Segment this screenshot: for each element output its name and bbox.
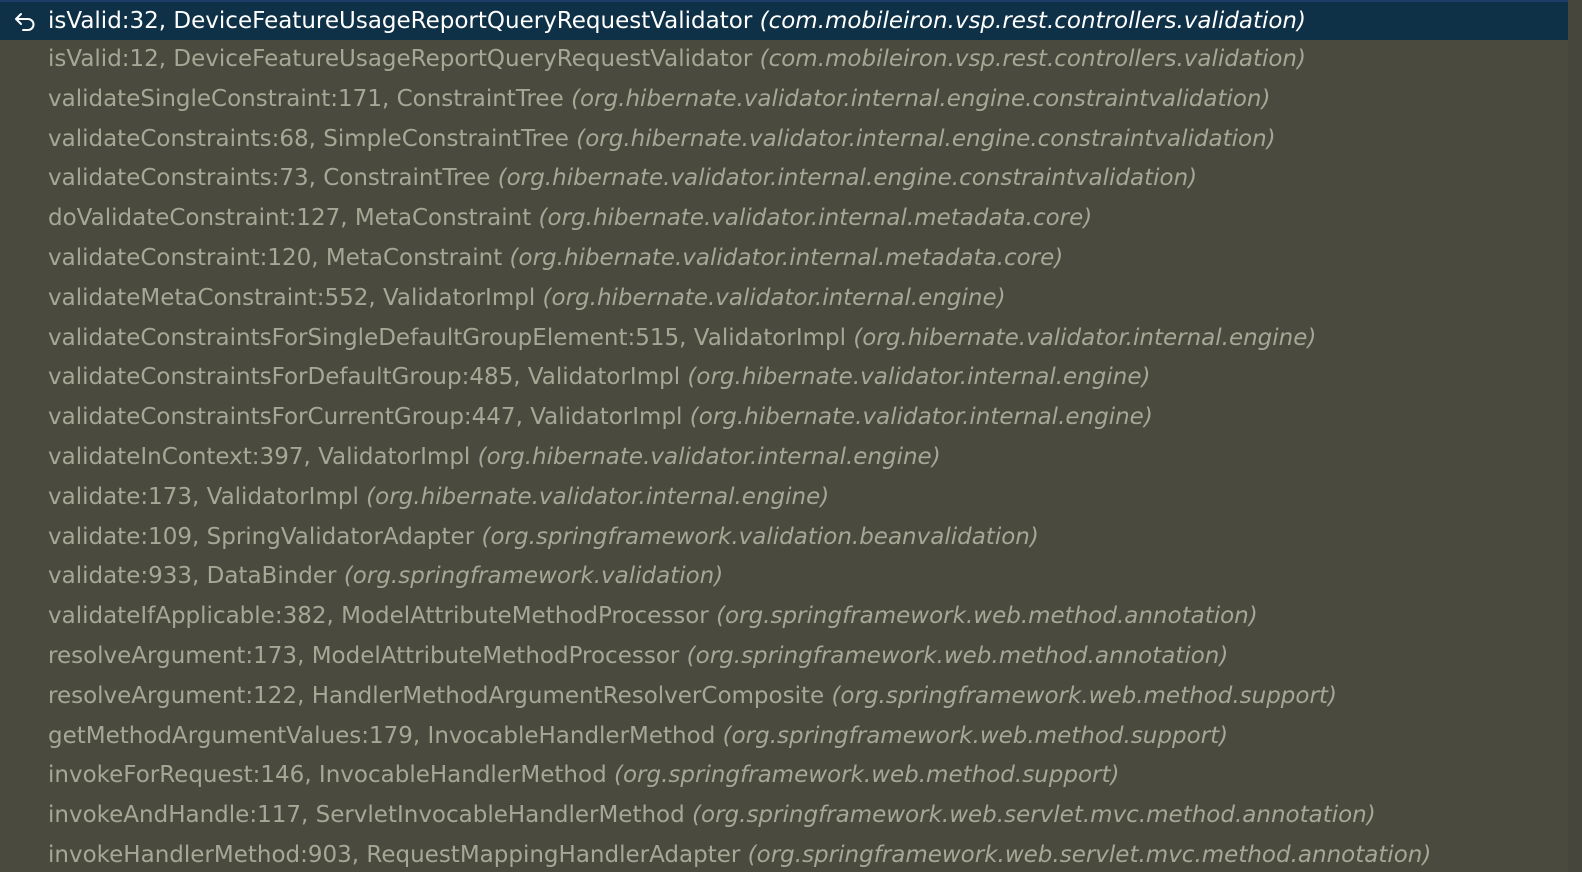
frame-row[interactable]: validateSingleConstraint:171, Constraint… bbox=[0, 80, 1582, 120]
frame-method: invokeHandlerMethod:903, RequestMappingH… bbox=[48, 841, 741, 868]
frame-row-partial[interactable]: invokeHandlerMethod:903, RequestMappingH… bbox=[0, 836, 1582, 872]
frame-row[interactable]: getMethodArgumentValues:179, InvocableHa… bbox=[0, 717, 1582, 757]
frame-method: validateIfApplicable:382, ModelAttribute… bbox=[48, 603, 709, 630]
frame-row-selected[interactable]: isValid:32, DeviceFeatureUsageReportQuer… bbox=[0, 0, 1582, 40]
frame-package: (org.springframework.validation.beanvali… bbox=[481, 523, 1039, 550]
frame-row[interactable]: validateIfApplicable:382, ModelAttribute… bbox=[0, 597, 1582, 637]
frame-method: validateConstraintsForDefaultGroup:485, … bbox=[48, 364, 681, 391]
frame-package: (org.springframework.web.servlet.mvc.met… bbox=[692, 802, 1376, 829]
frame-row[interactable]: validate:933, DataBinder (org.springfram… bbox=[0, 557, 1582, 597]
frame-method: isValid:32, DeviceFeatureUsageReportQuer… bbox=[48, 8, 753, 34]
frame-row[interactable]: validateMetaConstraint:552, ValidatorImp… bbox=[0, 279, 1582, 319]
frame-package: (org.hibernate.validator.internal.engine… bbox=[477, 443, 941, 470]
frame-method: validateConstraint:120, MetaConstraint bbox=[48, 244, 503, 271]
frame-package: (org.hibernate.validator.internal.engine… bbox=[571, 85, 1271, 112]
frame-package: (org.hibernate.validator.internal.metada… bbox=[509, 244, 1064, 271]
frame-package: (org.hibernate.validator.internal.engine… bbox=[366, 483, 830, 510]
frame-row[interactable]: validateConstraints:73, ConstraintTree (… bbox=[0, 159, 1582, 199]
frame-package: (org.hibernate.validator.internal.engine… bbox=[687, 364, 1151, 391]
frame-package: (org.springframework.web.servlet.mvc.met… bbox=[747, 841, 1432, 868]
frame-method: validate:109, SpringValidatorAdapter bbox=[48, 523, 475, 550]
frame-method: validateConstraintsForCurrentGroup:447, … bbox=[48, 404, 683, 431]
frame-method: validateSingleConstraint:171, Constraint… bbox=[48, 85, 564, 112]
frame-row[interactable]: resolveArgument:122, HandlerMethodArgume… bbox=[0, 677, 1582, 717]
frame-package: (org.hibernate.validator.internal.metada… bbox=[538, 205, 1093, 232]
frame-package: (org.springframework.web.method.support) bbox=[614, 762, 1120, 789]
frame-method: validate:933, DataBinder bbox=[48, 563, 337, 590]
frame-method: resolveArgument:122, HandlerMethodArgume… bbox=[48, 682, 825, 709]
frame-method: isValid:12, DeviceFeatureUsageReportQuer… bbox=[48, 46, 753, 72]
frame-package: (org.hibernate.validator.internal.engine… bbox=[689, 404, 1153, 431]
frame-package: (com.mobileiron.vsp.rest.controllers.val… bbox=[759, 46, 1306, 72]
return-arrow-icon bbox=[15, 13, 35, 31]
frame-package: (org.springframework.web.method.annotati… bbox=[716, 603, 1258, 630]
frame-package: (org.springframework.web.method.annotati… bbox=[686, 642, 1229, 669]
frame-row[interactable]: validateConstraintsForDefaultGroup:485, … bbox=[0, 358, 1582, 398]
frame-method: validateConstraints:73, ConstraintTree bbox=[48, 165, 491, 192]
frame-package: (org.hibernate.validator.internal.engine… bbox=[542, 284, 1006, 311]
frame-method: doValidateConstraint:127, MetaConstraint bbox=[48, 205, 532, 232]
frame-method: validate:173, ValidatorImpl bbox=[48, 483, 359, 510]
frame-package: (com.mobileiron.vsp.rest.controllers.val… bbox=[759, 8, 1306, 34]
frame-method: resolveArgument:173, ModelAttributeMetho… bbox=[48, 642, 680, 669]
frame-row[interactable]: validateConstraints:68, SimpleConstraint… bbox=[0, 120, 1582, 160]
call-stack-frames-panel: isValid:32, DeviceFeatureUsageReportQuer… bbox=[0, 0, 1582, 872]
frame-row[interactable]: invokeForRequest:146, InvocableHandlerMe… bbox=[0, 756, 1582, 796]
frame-method: invokeForRequest:146, InvocableHandlerMe… bbox=[48, 762, 607, 789]
frame-package: (org.hibernate.validator.internal.engine… bbox=[576, 125, 1276, 152]
frame-method: invokeAndHandle:117, ServletInvocableHan… bbox=[48, 802, 685, 829]
frame-row[interactable]: validateConstraintsForSingleDefaultGroup… bbox=[0, 319, 1582, 359]
frame-row[interactable]: invokeAndHandle:117, ServletInvocableHan… bbox=[0, 796, 1582, 836]
frame-method: getMethodArgumentValues:179, InvocableHa… bbox=[48, 722, 716, 749]
frame-row[interactable]: validate:109, SpringValidatorAdapter (or… bbox=[0, 518, 1582, 558]
frame-row[interactable]: validate:173, ValidatorImpl (org.hiberna… bbox=[0, 478, 1582, 518]
frame-row[interactable]: isValid:12, DeviceFeatureUsageReportQuer… bbox=[0, 40, 1582, 80]
frame-method: validateMetaConstraint:552, ValidatorImp… bbox=[48, 284, 536, 311]
frame-row[interactable]: resolveArgument:173, ModelAttributeMetho… bbox=[0, 637, 1582, 677]
scroll-edge bbox=[1568, 0, 1582, 872]
frame-row[interactable]: doValidateConstraint:127, MetaConstraint… bbox=[0, 199, 1582, 239]
frame-package: (org.hibernate.validator.internal.engine… bbox=[853, 324, 1317, 351]
frame-method: validateConstraints:68, SimpleConstraint… bbox=[48, 125, 569, 152]
frame-method: validateConstraintsForSingleDefaultGroup… bbox=[48, 324, 847, 351]
frame-row[interactable]: validateConstraint:120, MetaConstraint (… bbox=[0, 239, 1582, 279]
frame-package: (org.springframework.validation) bbox=[343, 563, 724, 590]
frame-row[interactable]: validateConstraintsForCurrentGroup:447, … bbox=[0, 398, 1582, 438]
frame-package: (org.springframework.web.method.support) bbox=[831, 682, 1337, 709]
frame-method: validateInContext:397, ValidatorImpl bbox=[48, 443, 471, 470]
frame-package: (org.springframework.web.method.support) bbox=[722, 722, 1229, 749]
frame-row[interactable]: validateInContext:397, ValidatorImpl (or… bbox=[0, 438, 1582, 478]
frame-package: (org.hibernate.validator.internal.engine… bbox=[497, 165, 1198, 192]
